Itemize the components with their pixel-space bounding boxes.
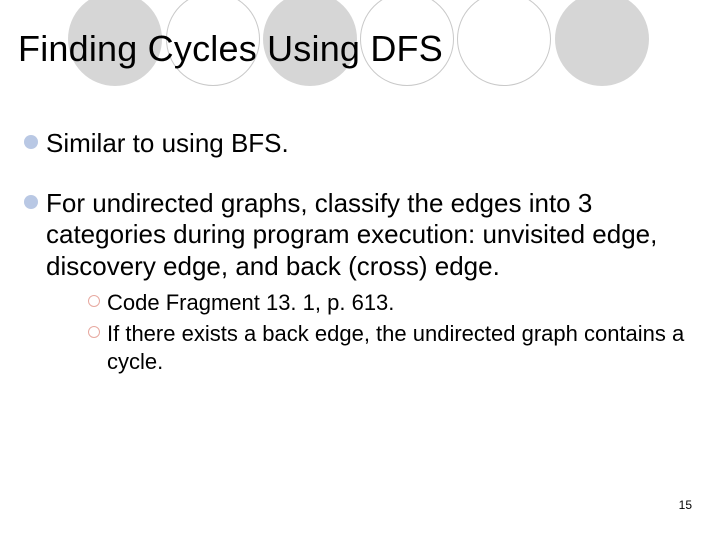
bullet-ring-icon xyxy=(88,326,100,338)
sub-bullet-list: Code Fragment 13. 1, p. 613. If there ex… xyxy=(88,289,690,376)
bg-circle-filled-3 xyxy=(555,0,649,86)
sub-bullet-text: Code Fragment 13. 1, p. 613. xyxy=(107,289,394,317)
bullet-disc-icon xyxy=(24,135,38,149)
slide-title: Finding Cycles Using DFS xyxy=(18,28,443,70)
bullet-item: For undirected graphs, classify the edge… xyxy=(24,188,690,380)
bullet-disc-icon xyxy=(24,195,38,209)
slide-body: Similar to using BFS. For undirected gra… xyxy=(24,128,690,407)
slide: Finding Cycles Using DFS Similar to usin… xyxy=(0,0,720,540)
bg-circle-ring-3 xyxy=(457,0,551,86)
sub-bullet-text: If there exists a back edge, the undirec… xyxy=(107,320,690,375)
bullet-text: For undirected graphs, classify the edge… xyxy=(46,188,690,283)
page-number: 15 xyxy=(679,498,692,512)
bullet-item: Similar to using BFS. xyxy=(24,128,690,160)
bullet-ring-icon xyxy=(88,295,100,307)
sub-bullet-item: Code Fragment 13. 1, p. 613. xyxy=(88,289,690,317)
bullet-text: Similar to using BFS. xyxy=(46,128,289,160)
sub-bullet-item: If there exists a back edge, the undirec… xyxy=(88,320,690,375)
